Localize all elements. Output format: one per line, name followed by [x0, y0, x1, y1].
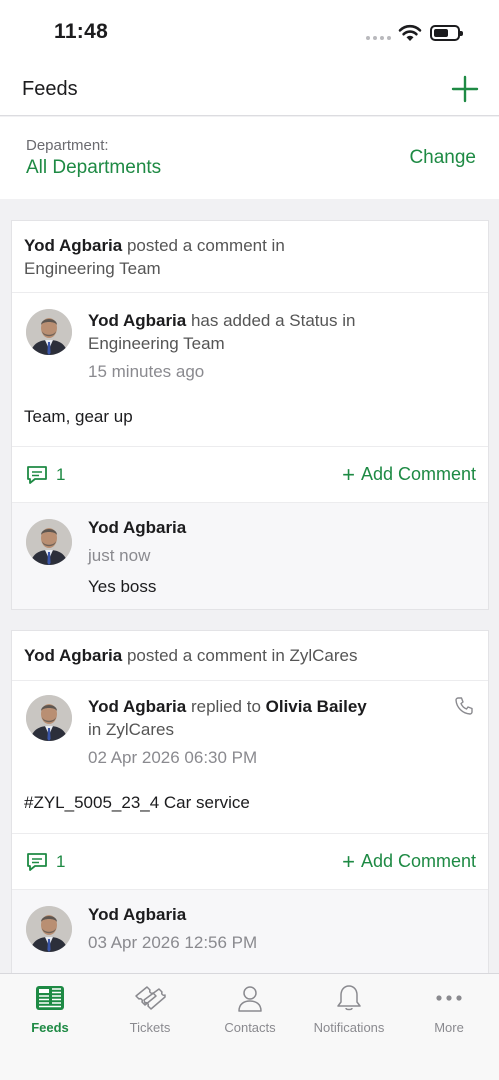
post-block[interactable]: Yod Agbaria has added a Status in Engine… — [12, 293, 488, 447]
feeds-icon — [36, 986, 64, 1010]
post-body: #ZYL_5005_23_4 Car service — [24, 793, 250, 812]
header-author: Yod Agbaria — [24, 236, 123, 255]
header-action: posted a comment in — [126, 236, 285, 255]
header-author: Yod Agbaria — [24, 646, 123, 665]
post-author[interactable]: Yod Agbaria — [88, 311, 186, 330]
contacts-icon — [238, 986, 262, 1012]
nav-bar: Feeds — [0, 64, 499, 116]
post-author[interactable]: Yod Agbaria — [88, 697, 186, 716]
tab-label: Feeds — [31, 1020, 69, 1035]
tab-bar: Feeds Tickets Contacts Notifications Mor… — [0, 973, 499, 1080]
tab-tickets[interactable]: Tickets — [100, 984, 200, 1035]
cellular-signal-icon — [366, 36, 392, 41]
add-comment-button[interactable]: + Add Comment — [342, 848, 476, 874]
header-action: posted a comment in ZylCares — [126, 646, 358, 665]
post-headline: Yod Agbaria replied to Olivia Bailey in … — [88, 695, 367, 741]
tickets-icon — [135, 986, 166, 1010]
tab-more[interactable]: More — [399, 984, 499, 1035]
plus-icon: + — [342, 461, 355, 487]
add-comment-button[interactable]: + Add Comment — [342, 461, 476, 487]
avatar — [26, 309, 72, 355]
post-action: has added a Status in — [190, 311, 356, 330]
post-target: Engineering Team — [88, 334, 225, 353]
comment-count-value: 1 — [56, 465, 66, 484]
add-feed-button[interactable] — [450, 74, 480, 104]
feed-card[interactable]: Yod Agbaria posted a comment in Engineer… — [11, 220, 489, 610]
comment-count-value: 1 — [56, 852, 66, 871]
header-target: Engineering Team — [24, 259, 161, 278]
comment-author[interactable]: Yod Agbaria — [88, 905, 186, 925]
department-label: Department: — [26, 137, 109, 154]
tab-feeds[interactable]: Feeds — [0, 984, 100, 1035]
phone-icon[interactable] — [454, 696, 474, 716]
feed-card-header: Yod Agbaria posted a comment in Engineer… — [12, 221, 488, 293]
change-department-button[interactable]: Change — [409, 147, 476, 169]
bell-icon — [337, 985, 361, 1011]
comment-count[interactable]: 1 — [26, 464, 65, 486]
comment-block: Yod Agbaria just now Yes boss — [12, 503, 488, 609]
reply-to-name[interactable]: Olivia Bailey — [266, 697, 367, 716]
comment-count[interactable]: 1 — [26, 851, 65, 873]
avatar — [26, 906, 72, 952]
post-action: replied to — [190, 697, 261, 716]
tab-label: Contacts — [224, 1020, 276, 1035]
add-comment-label: Add Comment — [360, 464, 476, 484]
action-row: 1 + Add Comment — [12, 447, 488, 503]
tab-label: Notifications — [313, 1020, 385, 1035]
add-comment-label: Add Comment — [360, 851, 476, 871]
post-time: 02 Apr 2026 06:30 PM — [88, 748, 258, 767]
tab-label: Tickets — [129, 1020, 171, 1035]
post-time: 15 minutes ago — [88, 362, 205, 381]
status-bar: 11:48 — [0, 0, 499, 64]
action-row: 1 + Add Comment — [12, 834, 488, 890]
plus-icon: + — [342, 848, 355, 874]
department-value: All Departments — [26, 157, 162, 178]
tab-contacts[interactable]: Contacts — [200, 984, 300, 1035]
status-time: 11:48 — [54, 20, 109, 43]
department-bar: Department: All Departments Change — [0, 117, 499, 199]
comment-text: Yes boss — [88, 577, 157, 596]
feed-card[interactable]: Yod Agbaria posted a comment in ZylCares… — [11, 630, 489, 975]
tab-notifications[interactable]: Notifications — [299, 984, 399, 1035]
battery-icon — [430, 25, 463, 41]
post-body: Team, gear up — [24, 407, 133, 426]
comment-icon — [27, 466, 47, 484]
post-target: in ZylCares — [88, 720, 174, 739]
avatar — [26, 519, 72, 565]
feed-card-header: Yod Agbaria posted a comment in ZylCares — [12, 631, 488, 681]
wifi-icon — [398, 24, 422, 41]
comment-icon — [27, 853, 47, 871]
comment-time: just now — [88, 546, 151, 565]
page-title: Feeds — [22, 78, 78, 100]
comment-time: 03 Apr 2026 12:56 PM — [88, 933, 258, 952]
more-icon — [436, 995, 462, 1001]
comment-block: Yod Agbaria 03 Apr 2026 12:56 PM — [12, 890, 488, 974]
avatar — [26, 695, 72, 741]
post-headline: Yod Agbaria has added a Status in Engine… — [88, 309, 355, 355]
post-block[interactable]: Yod Agbaria replied to Olivia Bailey in … — [12, 681, 488, 834]
comment-author[interactable]: Yod Agbaria — [88, 518, 186, 538]
tab-label: More — [434, 1020, 464, 1035]
